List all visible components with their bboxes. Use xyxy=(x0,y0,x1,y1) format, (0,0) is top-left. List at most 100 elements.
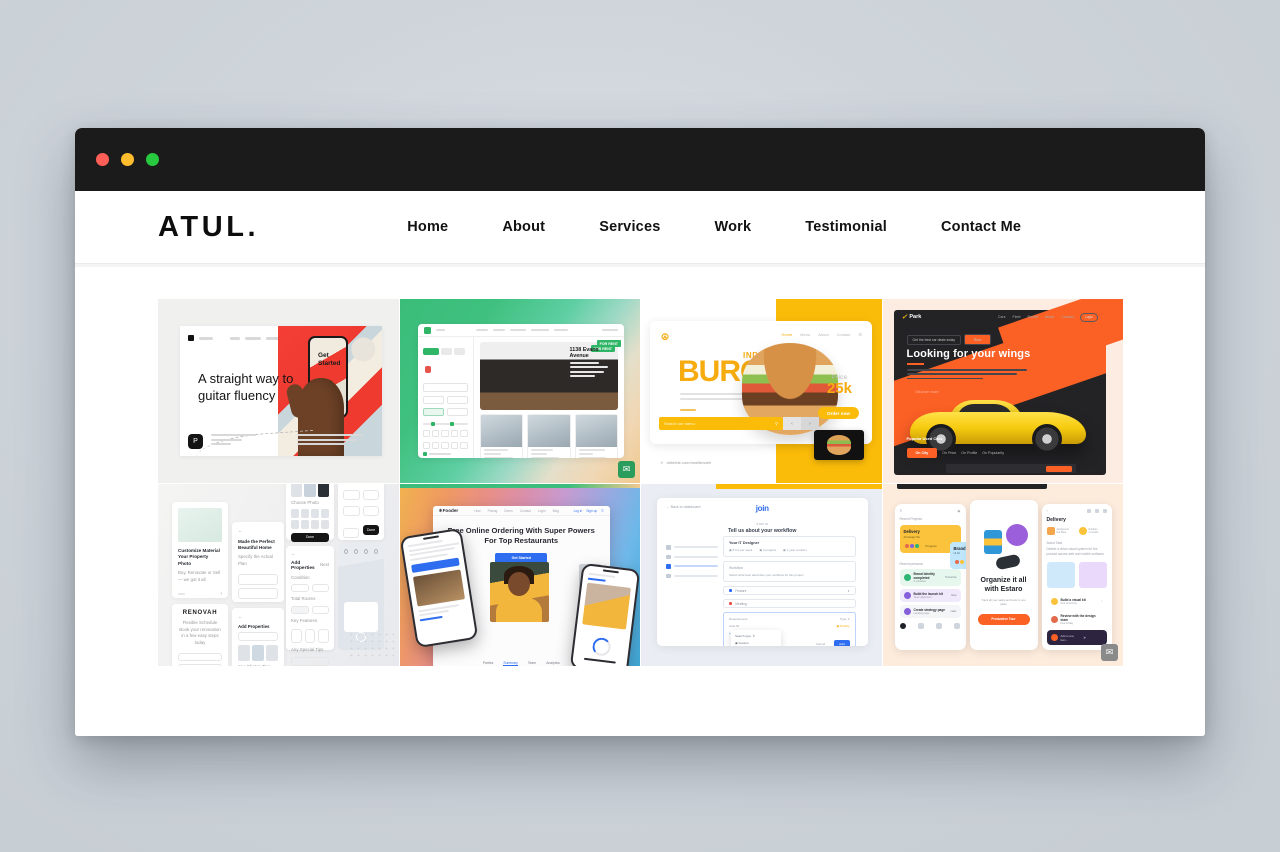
work-card-join-onboarding-form[interactable]: ← Back to dashboard join STEP 02 Tell us… xyxy=(641,484,882,666)
task-list-item[interactable]: Build the launch kit Team alignment Now xyxy=(899,589,961,602)
work-card-car-rental-website[interactable]: ✓ Park Cars Fleet Rental About Contact Login … xyxy=(882,299,1123,483)
search-submit-button[interactable] xyxy=(1046,465,1072,472)
attachment-thumbnails[interactable] xyxy=(1046,561,1107,588)
nav-item-contact-me[interactable]: Contact Me xyxy=(914,219,1048,235)
app-screen-customize[interactable]: Customize Material Your Property Photo B… xyxy=(172,502,228,598)
maximize-window-button[interactable] xyxy=(146,153,159,166)
estaro-home-screen[interactable]: ☰ ▣ Recent Projects Delivery All design … xyxy=(894,504,966,650)
detail-toolbar[interactable]: ‹ xyxy=(1042,504,1112,513)
form-side-nav[interactable] xyxy=(666,545,718,583)
cancel-button[interactable]: Cancel xyxy=(811,640,830,646)
login-button[interactable]: Login xyxy=(1079,312,1098,322)
share-icon xyxy=(1094,509,1099,513)
carousel-arrows[interactable]: ‹ › xyxy=(783,417,819,430)
attachment-badge-icon[interactable]: ✉ xyxy=(618,461,635,478)
nav-item-services[interactable]: Services xyxy=(572,219,687,235)
work-card-estaro-task-manager-app[interactable]: ☰ ▣ Recent Projects Delivery All design … xyxy=(882,484,1123,666)
prev-arrow-icon: ‹ xyxy=(783,417,801,430)
minimize-window-button[interactable] xyxy=(121,153,134,166)
add-button[interactable]: Add xyxy=(834,640,850,646)
car-site-nav[interactable]: Cars Fleet Rental About Contact xyxy=(998,315,1074,319)
calendar-icon[interactable]: ▣ xyxy=(957,509,960,513)
tab-team[interactable]: Team xyxy=(528,661,536,666)
listing-tile[interactable]: FOR RENT xyxy=(574,340,621,458)
nav-item-home[interactable]: Home xyxy=(380,219,475,235)
burger-video-thumbnail[interactable] xyxy=(814,430,864,460)
work-card-restaurant-online-ordering-website[interactable]: ⚛Fooder How Pricing Demo Contact Login Blog L… xyxy=(399,484,640,666)
app-topbar xyxy=(417,324,624,337)
estaro-project-detail-screen[interactable]: ‹ Delivery Assigned to Nia Silva Duration… xyxy=(1041,504,1112,650)
filters-sidebar[interactable] xyxy=(418,337,474,458)
window-titlebar xyxy=(75,128,1205,191)
app-screen-add-properties-2[interactable]: ← Add Properties See Photos Tips xyxy=(232,608,284,666)
filter-toggle-pair[interactable] xyxy=(422,396,468,404)
tab-parties[interactable]: Parties xyxy=(483,661,494,666)
bathrooms-selector[interactable] xyxy=(422,442,468,449)
site-logo[interactable]: ATUL. xyxy=(158,211,259,244)
add-item-input[interactable]: Add a new item... ➤ xyxy=(1046,630,1107,645)
secondary-project-card[interactable]: Brand UI kit xyxy=(949,542,966,569)
app-screen-add-properties[interactable]: ← Add Properties Next Condition Total Ro… xyxy=(286,546,334,666)
tab-analytics[interactable]: Analytics xyxy=(546,661,560,666)
filter-select[interactable] xyxy=(422,383,468,392)
tab-summary[interactable]: Summary xyxy=(503,661,518,666)
filter-toggle-pair[interactable] xyxy=(422,408,468,416)
send-icon[interactable]: ➤ xyxy=(1083,635,1103,640)
read-more-underline[interactable] xyxy=(680,409,696,411)
checkbox-row[interactable] xyxy=(422,452,468,456)
work-card-real-estate-listing-dashboard[interactable]: FOR RENT 1138 Evans Avenue FOR RENT FOR … xyxy=(399,299,640,483)
order-now-button[interactable]: Order now xyxy=(818,407,859,419)
bottom-nav-bar[interactable] xyxy=(895,623,966,629)
work-card-property-mobile-app-screens[interactable]: Customize Material Your Property Photo B… xyxy=(158,484,399,666)
join-form-screenshot: ← Back to dashboard join STEP 02 Tell us… xyxy=(657,498,868,646)
top-edge-strip xyxy=(399,484,640,488)
listing-tile[interactable]: FOR RENT xyxy=(479,340,621,458)
dribbble-icon: ⚛ xyxy=(660,460,664,465)
task-list-item[interactable]: Brand identity completed 2 subtasks Tomorr… xyxy=(899,569,961,586)
tab-on-city[interactable]: On City xyxy=(906,448,938,458)
onboarding-illustration xyxy=(978,524,1030,571)
dropdown-option[interactable]: ▣ Feature xyxy=(735,641,777,645)
work-gallery-grid: Get Started ▶ A straight way to guitar f… xyxy=(158,299,1123,666)
productive-tour-button[interactable]: Productive Tour xyxy=(977,613,1030,625)
dropdown-menu[interactable]: Search type ⚲ ▣ Feature ▣ Release xyxy=(731,630,781,646)
app-screen-perfect-home[interactable]: ← Made the Perfect Beautiful Home Specif… xyxy=(232,522,284,602)
work-card-guitar-learning-website[interactable]: Get Started ▶ A straight way to guitar f… xyxy=(158,299,399,483)
estaro-onboarding-screen[interactable]: Organize it all with Estaro Track all yo… xyxy=(969,500,1038,650)
dribbble-byline: ⚛ dribbble.com/mrafisholeh xyxy=(660,460,711,465)
menu-icon[interactable]: ☰ xyxy=(900,509,903,513)
rent-button[interactable]: Rent xyxy=(963,334,992,345)
profile-icon xyxy=(953,623,960,629)
tab-on-price[interactable]: On Price xyxy=(942,451,956,455)
burger-site-nav[interactable]: Home Menu About Contact ☰ xyxy=(781,332,862,337)
dropdown-search[interactable]: Search type ⚲ xyxy=(735,634,777,638)
nav-item-testimonial[interactable]: Testimonial xyxy=(778,219,914,235)
back-link[interactable]: ← Back to dashboard xyxy=(666,505,701,509)
select-feature-field[interactable]: Feature ▾ xyxy=(723,586,856,595)
featured-listing-photo[interactable]: FOR RENT 1138 Evans Avenue xyxy=(479,342,618,410)
signup-actions[interactable]: Log in Sign up ☰ xyxy=(574,509,604,513)
tab-on-profile[interactable]: On Profile xyxy=(961,451,977,455)
restaurant-site-nav[interactable]: How Pricing Demo Contact Login Blog xyxy=(474,509,559,513)
car-filter-tabs[interactable]: On City On Price On Profile On Popularit… xyxy=(906,448,1004,458)
calendar-icon xyxy=(918,623,925,629)
tab-on-popularity[interactable]: On Popularity xyxy=(982,451,1004,455)
attachment-badge-icon[interactable]: ✉ xyxy=(1101,644,1118,661)
app-screen-photo-grid[interactable]: Choose Photo Done xyxy=(286,484,334,542)
task-list-item[interactable]: Create strategy page Landing page Later xyxy=(899,605,961,618)
subtask-item[interactable]: Build a visual kit Due tomorrow ○ xyxy=(1046,594,1107,608)
price-range-slider[interactable] xyxy=(422,422,468,426)
bedrooms-selector[interactable] xyxy=(422,430,468,437)
nav-item-work[interactable]: Work xyxy=(687,219,778,235)
subtask-item[interactable]: Review with the design team Due Friday xyxy=(1046,610,1107,628)
app-screen-filters[interactable]: Done xyxy=(338,484,384,540)
car-search-bar[interactable] xyxy=(945,464,1076,473)
play-icon xyxy=(188,335,194,341)
menu-search-field[interactable]: Search our menu ⚲ xyxy=(659,417,783,430)
select-meeting-field[interactable]: Meeting xyxy=(723,599,856,608)
work-card-indo-burger-website[interactable]: ☮ HomeMenuAboutContact☰ INDO BURGER Pric… xyxy=(641,299,882,483)
listing-tile[interactable]: FOR RENT xyxy=(527,340,621,458)
app-screen-renovah[interactable]: RENOVAH Flexible Schedule Book your reno… xyxy=(172,604,228,666)
close-window-button[interactable] xyxy=(96,153,109,166)
nav-item-about[interactable]: About xyxy=(475,219,572,235)
